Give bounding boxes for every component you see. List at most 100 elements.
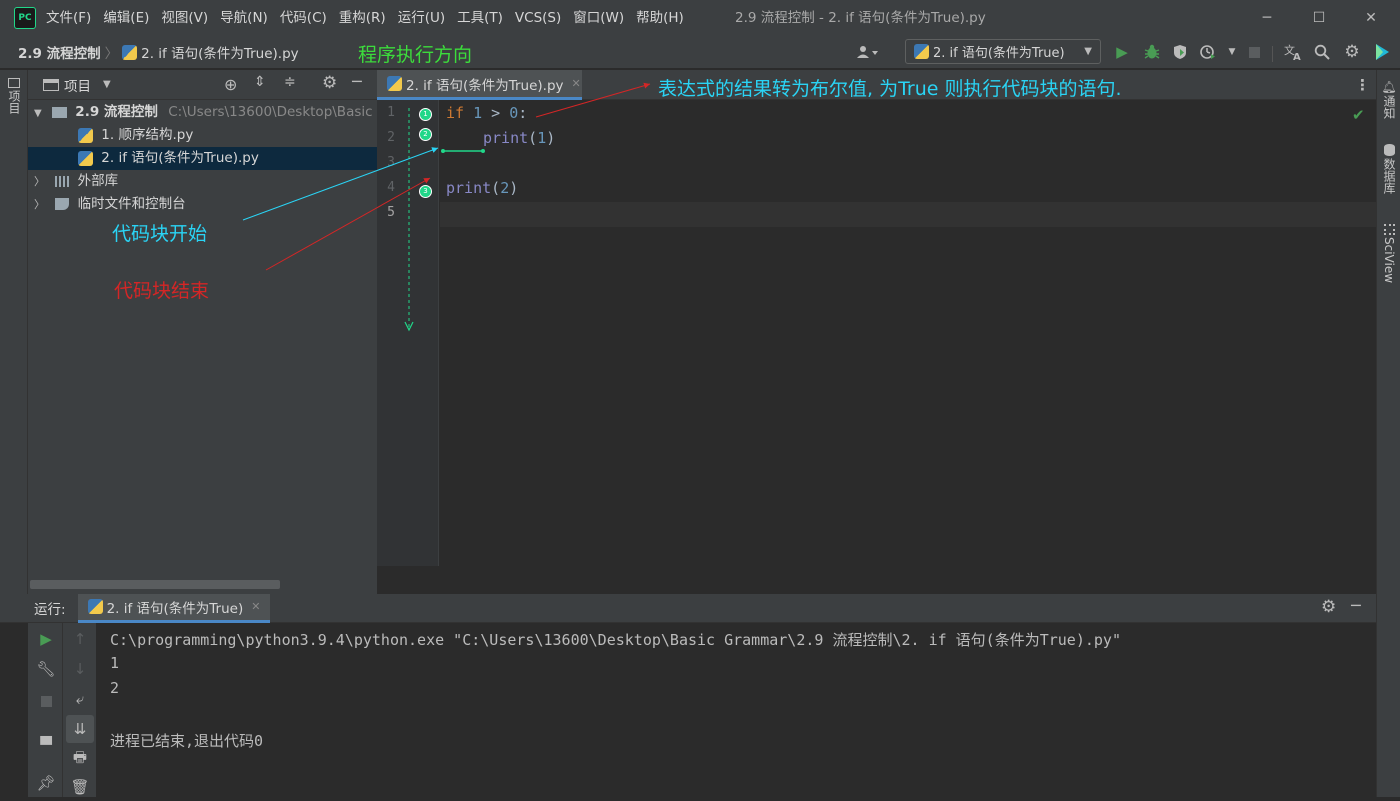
run-icon[interactable]: ▶ bbox=[1110, 40, 1134, 64]
line-number: 1 bbox=[387, 105, 395, 120]
run-tool-window: 运行: 2. if 语句(条件为True) ✕ ⚙ ─ ▶ 🔧︎ ▀ 📌︎ ↑ … bbox=[0, 593, 1376, 797]
tree-item-project-root[interactable]: ▼ 2.9 流程控制 C:\Users\13600\Desktop\Basic … bbox=[28, 101, 377, 124]
maximize-button[interactable]: ☐ bbox=[1296, 0, 1342, 36]
run-settings-gear-icon[interactable]: ⚙ bbox=[1321, 597, 1336, 617]
menu-window[interactable]: 窗口(W) bbox=[567, 0, 630, 36]
run-toolbar: ▶ 🔧︎ ▀ 📌︎ ↑ ↓ ⤶ ⇊ 🖶︎ 🗑︎ bbox=[28, 623, 96, 797]
tree-item-scratches[interactable]: 〉 临时文件和控制台 bbox=[28, 193, 377, 216]
menu-bar: 文件(F) 编辑(E) 视图(V) 导航(N) 代码(C) 重构(R) 运行(U… bbox=[40, 0, 690, 36]
plugin-logo-icon[interactable] bbox=[1370, 40, 1394, 64]
paren: ) bbox=[509, 179, 519, 197]
menu-run[interactable]: 运行(U) bbox=[392, 0, 451, 36]
navigation-bar: 2.9 流程控制 〉 2. if 语句(条件为True).py 2. if 语句… bbox=[0, 36, 1400, 69]
tree-item-label: 2. if 语句(条件为True).py bbox=[101, 150, 259, 166]
annotation-expression: 表达式的结果转为布尔值, 为True 则执行代码块的语句. bbox=[658, 78, 1122, 100]
menu-help[interactable]: 帮助(H) bbox=[630, 0, 690, 36]
run-tab[interactable]: 2. if 语句(条件为True) ✕ bbox=[77, 593, 271, 623]
menu-edit[interactable]: 编辑(E) bbox=[97, 0, 155, 36]
layout-icon[interactable]: ▀ bbox=[32, 731, 60, 759]
menu-tools[interactable]: 工具(T) bbox=[451, 0, 509, 36]
settings-gear-icon[interactable]: ⚙ bbox=[1340, 40, 1364, 64]
project-panel-header: 项目 ▼ ⊕ ⇕ ≑ ⚙ ─ bbox=[28, 70, 377, 100]
stop-icon[interactable] bbox=[1242, 40, 1266, 64]
menu-navigate[interactable]: 导航(N) bbox=[214, 0, 274, 36]
soft-wrap-icon[interactable]: ⤶ bbox=[66, 685, 94, 713]
menu-refactor[interactable]: 重构(R) bbox=[333, 0, 392, 36]
tree-item-file[interactable]: 1. 顺序结构.py bbox=[28, 124, 377, 147]
console-line-output: 1 bbox=[110, 654, 120, 672]
toolbar-divider bbox=[1272, 46, 1273, 62]
minimize-button[interactable]: ─ bbox=[1244, 0, 1290, 36]
annotation-direction: 程序执行方向 bbox=[358, 44, 473, 66]
options-gear-icon[interactable]: ⚙ bbox=[322, 73, 337, 93]
sciview-tool-button[interactable]: SciView bbox=[1381, 224, 1397, 287]
title-bar: PC 文件(F) 编辑(E) 视图(V) 导航(N) 代码(C) 重构(R) 运… bbox=[0, 0, 1400, 36]
project-tool-button[interactable]: 项目 bbox=[6, 78, 22, 118]
editor-options-icon[interactable]: ⋮ bbox=[1355, 76, 1370, 94]
menu-file[interactable]: 文件(F) bbox=[40, 0, 97, 36]
editor-tab-active[interactable]: 2. if 语句(条件为True).py ✕ bbox=[377, 70, 582, 100]
pin-icon[interactable]: 📌︎ bbox=[32, 769, 60, 797]
chevron-down-icon: ▼ bbox=[34, 108, 42, 119]
more-run-options-icon[interactable]: ▼ bbox=[1220, 40, 1244, 64]
hide-panel-icon[interactable]: ─ bbox=[352, 72, 362, 91]
translate-icon[interactable]: 文A bbox=[1282, 40, 1306, 64]
stop-icon[interactable] bbox=[32, 687, 60, 715]
operator: > bbox=[482, 104, 510, 122]
colon: : bbox=[518, 104, 528, 122]
expand-all-icon[interactable]: ⇕ bbox=[254, 74, 266, 90]
account-icon[interactable] bbox=[852, 40, 884, 64]
breadcrumb-file[interactable]: 2. if 语句(条件为True).py bbox=[141, 42, 299, 62]
print-icon[interactable]: 🖶︎ bbox=[66, 745, 94, 773]
builtin-function: print bbox=[483, 129, 529, 147]
profile-icon[interactable] bbox=[1196, 40, 1220, 64]
python-file-icon bbox=[78, 127, 93, 143]
wrench-icon[interactable]: 🔧︎ bbox=[32, 655, 60, 683]
tree-item-file-selected[interactable]: 2. if 语句(条件为True).py bbox=[28, 147, 377, 170]
console-line-output: 2 bbox=[110, 679, 120, 697]
keyword: if bbox=[446, 104, 465, 122]
python-file-icon bbox=[78, 150, 93, 166]
scroll-to-end-icon[interactable]: ⇊ bbox=[66, 715, 94, 743]
paren: ) bbox=[546, 129, 556, 147]
menu-code[interactable]: 代码(C) bbox=[274, 0, 333, 36]
rerun-icon[interactable]: ▶ bbox=[32, 625, 60, 653]
tree-item-label: 外部库 bbox=[77, 173, 119, 189]
tree-item-external-libraries[interactable]: 〉 外部库 bbox=[28, 170, 377, 193]
arrow-down-icon[interactable]: ↓ bbox=[66, 655, 94, 683]
number-literal: 0 bbox=[509, 104, 519, 122]
code-editor[interactable]: if 1 > 0: print(1) print(2) ✔ bbox=[440, 100, 1376, 566]
close-tab-icon[interactable]: ✕ bbox=[572, 77, 581, 90]
folder-icon bbox=[52, 106, 67, 118]
notifications-tool-button[interactable]: 🔔︎ 通知 bbox=[1381, 80, 1397, 123]
coverage-icon[interactable] bbox=[1168, 40, 1192, 64]
tree-item-path: C:\Users\13600\Desktop\Basic Gr bbox=[168, 104, 377, 120]
locate-file-icon[interactable]: ⊕ bbox=[224, 75, 237, 94]
menu-vcs[interactable]: VCS(S) bbox=[509, 0, 567, 36]
horizontal-scrollbar[interactable] bbox=[30, 580, 280, 589]
search-icon[interactable] bbox=[1310, 40, 1334, 64]
run-configuration-select[interactable]: 2. if 语句(条件为True) ▼ bbox=[905, 39, 1101, 64]
hide-run-panel-icon[interactable]: ─ bbox=[1351, 596, 1361, 615]
editor-tab-label: 2. if 语句(条件为True).py bbox=[406, 77, 564, 94]
menu-view[interactable]: 视图(V) bbox=[155, 0, 214, 36]
arrow-up-icon[interactable]: ↑ bbox=[66, 625, 94, 653]
annotation-block-end: 代码块结束 bbox=[114, 280, 210, 302]
number-literal: 1 bbox=[473, 104, 483, 122]
project-panel-title: 项目 bbox=[64, 78, 91, 95]
database-tool-button[interactable]: 数据库 bbox=[1381, 144, 1397, 198]
python-file-icon bbox=[87, 599, 103, 614]
close-window-button[interactable]: ✕ bbox=[1348, 0, 1394, 36]
chevron-down-icon[interactable]: ▼ bbox=[103, 79, 111, 90]
collapse-all-icon[interactable]: ≑ bbox=[284, 74, 296, 90]
breadcrumb-project[interactable]: 2.9 流程控制 bbox=[18, 42, 101, 62]
debug-icon[interactable] bbox=[1140, 40, 1164, 64]
inspection-ok-icon[interactable]: ✔ bbox=[1352, 106, 1365, 124]
code-line-1: if 1 > 0: bbox=[446, 104, 527, 122]
close-tab-icon[interactable]: ✕ bbox=[251, 600, 260, 613]
code-line-2: print(1) bbox=[483, 129, 555, 147]
scratches-icon bbox=[55, 198, 70, 210]
sciview-icon bbox=[1383, 224, 1395, 235]
bell-icon: 🔔︎ bbox=[1381, 80, 1397, 94]
run-config-label: 2. if 语句(条件为True) bbox=[933, 46, 1065, 61]
